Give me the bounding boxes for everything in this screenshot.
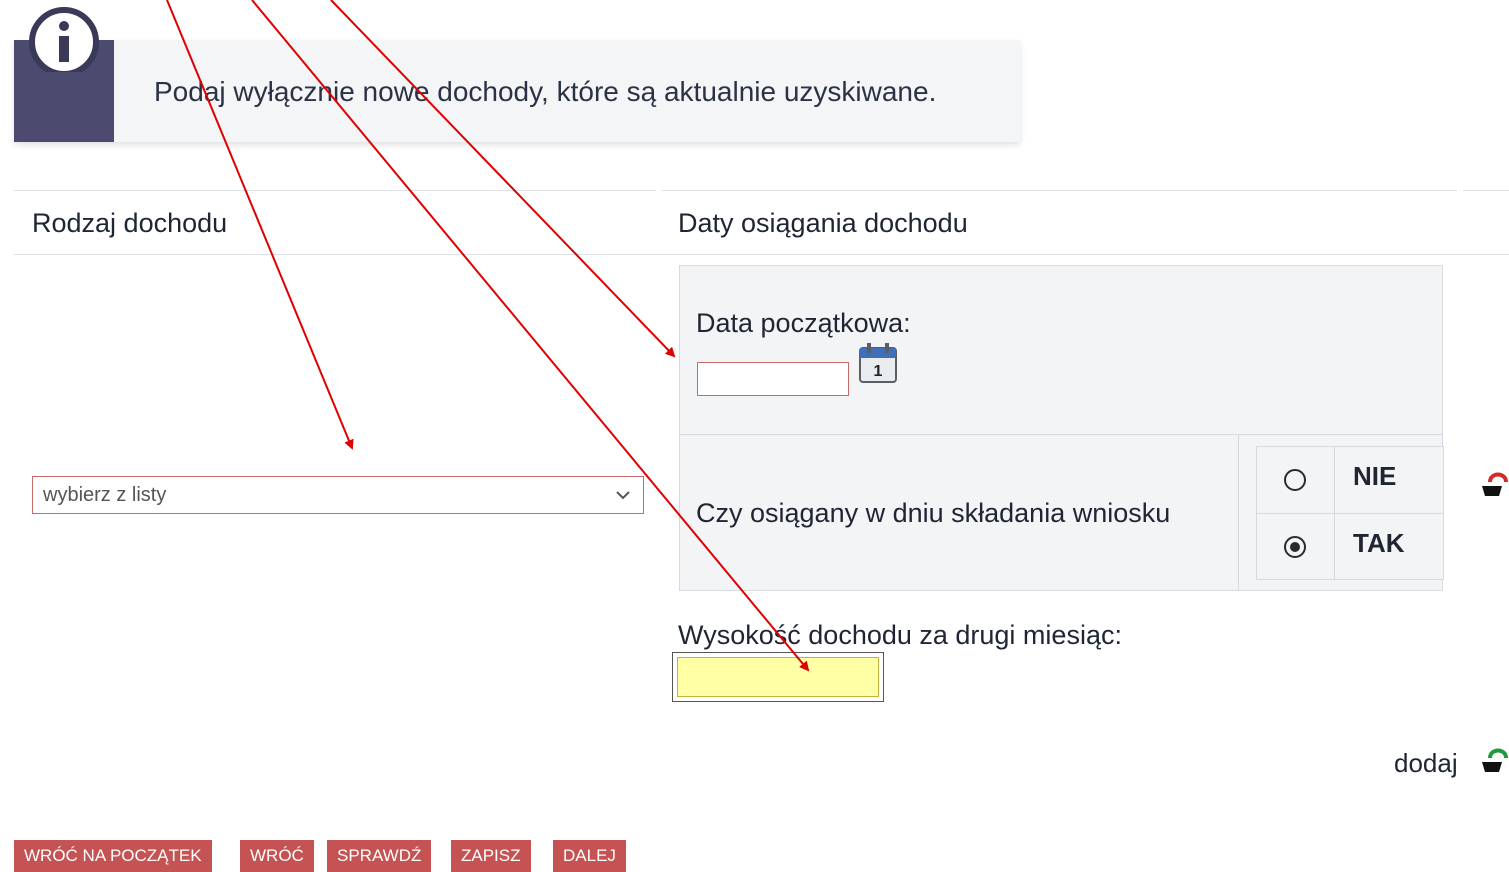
calendar-icon[interactable]: 1 bbox=[857, 342, 899, 384]
amount-label: Wysokość dochodu za drugi miesiąc: bbox=[678, 620, 1122, 650]
svg-text:1: 1 bbox=[874, 363, 883, 380]
radio-button-nie[interactable] bbox=[1284, 469, 1306, 491]
radio-label-tak: TAK bbox=[1353, 528, 1405, 558]
header-top-line-mid bbox=[662, 190, 1457, 191]
amount-focus-frame bbox=[672, 652, 884, 702]
column-header-income-type: Rodzaj dochodu bbox=[32, 208, 228, 238]
header-top-line-left bbox=[14, 190, 656, 191]
info-icon bbox=[29, 7, 99, 72]
header-bottom-line bbox=[14, 254, 1509, 255]
save-button[interactable]: ZAPISZ bbox=[451, 840, 531, 872]
start-date-input[interactable] bbox=[697, 362, 849, 396]
info-text: Podaj wyłącznie nowe dochody, które są a… bbox=[154, 76, 937, 107]
amount-input[interactable] bbox=[677, 657, 879, 697]
column-header-dates: Daty osiągania dochodu bbox=[678, 208, 968, 238]
check-button[interactable]: SPRAWDŹ bbox=[327, 840, 432, 872]
next-button[interactable]: DALEJ bbox=[553, 840, 626, 872]
radio-option-nie[interactable]: NIE bbox=[1257, 447, 1443, 513]
question-label: Czy osiągany w dniu składania wniosku bbox=[696, 498, 1171, 528]
remove-basket-icon[interactable] bbox=[1480, 468, 1509, 500]
radio-group: NIE TAK bbox=[1238, 434, 1444, 590]
income-type-select[interactable]: wybierz z listy bbox=[32, 476, 644, 514]
info-banner: Podaj wyłącznie nowe dochody, które są a… bbox=[14, 40, 1020, 142]
back-button[interactable]: WRÓĆ bbox=[240, 840, 314, 872]
add-link[interactable]: dodaj bbox=[1394, 748, 1458, 779]
start-date-label: Data początkowa: bbox=[696, 308, 911, 338]
radio-option-tak[interactable]: TAK bbox=[1257, 513, 1443, 580]
radio-button-tak[interactable] bbox=[1284, 536, 1306, 558]
radio-group-box: NIE TAK bbox=[1256, 446, 1444, 580]
header-top-line-right bbox=[1463, 190, 1509, 191]
dates-panel: Data początkowa: 1 Czy osiągany w dniu s… bbox=[679, 265, 1444, 591]
chevron-down-icon bbox=[616, 491, 630, 500]
radio-label-nie: NIE bbox=[1353, 461, 1397, 491]
add-basket-icon[interactable] bbox=[1480, 744, 1509, 776]
start-over-button[interactable]: WRÓĆ NA POCZĄTEK bbox=[14, 840, 212, 872]
